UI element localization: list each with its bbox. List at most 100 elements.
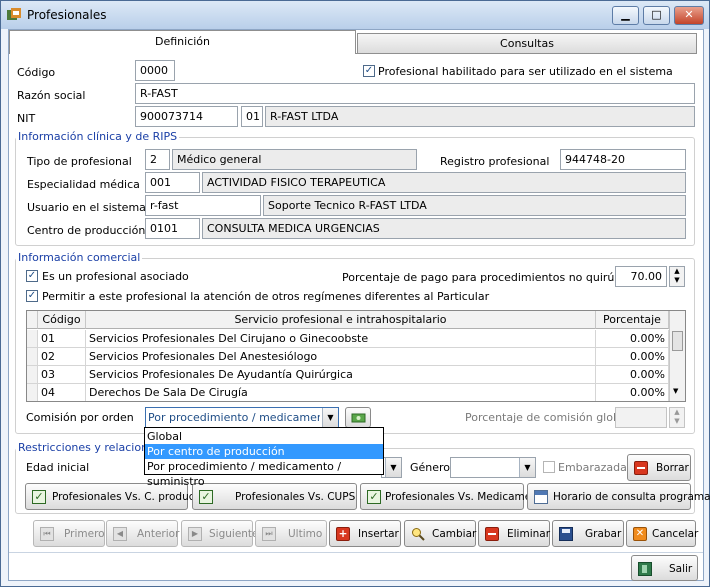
row-code: 02 xyxy=(38,348,86,366)
tipo-name-field: Médico general xyxy=(172,149,417,170)
servicios-grid: Código Servicio profesional e intrahospi… xyxy=(26,310,686,402)
close-button[interactable]: ✕ xyxy=(674,6,704,25)
genero-label: Género xyxy=(410,461,451,474)
centro-code-field[interactable]: 0101 xyxy=(145,218,200,239)
siguiente-button[interactable]: ▶ Siguiente xyxy=(181,520,259,547)
borrar-button[interactable]: Borrar xyxy=(627,454,691,481)
tipo-code-field[interactable]: 2 xyxy=(145,149,170,170)
embarazada-checkbox[interactable] xyxy=(543,461,555,473)
primero-button[interactable]: ⏮ Primero xyxy=(33,520,105,547)
especialidad-name-field: ACTIVIDAD FISICO TERAPEUTICA xyxy=(202,172,686,193)
salir-button[interactable]: Salir xyxy=(631,555,698,581)
usuario-label: Usuario en el sistema xyxy=(27,201,146,214)
nit-field[interactable]: 900073714 xyxy=(135,106,238,127)
porcentaje-spinner[interactable]: ▲ ▼ xyxy=(669,266,685,287)
porcentaje-label: Porcentaje de pago para procedimientos n… xyxy=(342,271,648,284)
codigo-field[interactable]: 0000 xyxy=(135,60,175,81)
codigo-label: Código xyxy=(17,66,56,79)
prof-vs-cups-button[interactable]: ✓ Profesionales Vs. CUPS xyxy=(192,483,357,510)
maximize-button[interactable]: □ xyxy=(643,6,670,25)
minus-icon xyxy=(485,527,499,541)
anterior-button[interactable]: ◀ Anterior xyxy=(106,520,179,547)
col-codigo-header[interactable]: Código xyxy=(38,311,86,329)
comision-global-field xyxy=(615,407,667,428)
check-icon: ✓ xyxy=(32,490,46,504)
next-icon: ▶ xyxy=(188,527,202,541)
magnifier-icon xyxy=(411,527,425,541)
previous-icon: ◀ xyxy=(113,527,127,541)
row-name: Servicios Profesionales Del Anestesiólog… xyxy=(86,348,596,366)
razon-social-field[interactable]: R-FAST xyxy=(135,83,695,104)
prof-vs-medicamentos-button[interactable]: ✓ Profesionales Vs. Medicamentos xyxy=(360,483,554,510)
grabar-button[interactable]: Grabar xyxy=(552,520,624,547)
plus-icon: + xyxy=(336,527,350,541)
ultimo-button[interactable]: ⏭ Ultimo xyxy=(255,520,327,547)
cancelar-button[interactable]: ✕ Cancelar xyxy=(626,520,698,547)
centro-name-field: CONSULTA MEDICA URGENCIAS xyxy=(202,218,686,239)
save-icon xyxy=(559,527,573,541)
money-button[interactable] xyxy=(345,407,371,428)
row-pct: 0.00% xyxy=(596,348,669,366)
title-bar: Profesionales ▁ □ ✕ xyxy=(1,1,709,29)
nit-dv-field[interactable]: 01 xyxy=(241,106,263,127)
comercial-title: Información comercial xyxy=(16,251,143,264)
centro-label: Centro de producción xyxy=(27,224,146,237)
usuario-code-field[interactable]: r-fast xyxy=(145,195,261,216)
grid-scrollbar[interactable]: ▼ xyxy=(669,311,685,401)
check-icon: ✓ xyxy=(199,490,213,504)
calendar-icon xyxy=(534,490,548,504)
check-icon: ✓ xyxy=(367,490,381,504)
option-centro-produccion[interactable]: Por centro de producción xyxy=(145,444,383,459)
option-procedimiento[interactable]: Por procedimiento / medicamento / sumini… xyxy=(145,459,383,488)
asociado-checkbox[interactable]: ✓ xyxy=(26,270,38,282)
comision-combo[interactable]: Por procedimiento / medicamento / s ▼ xyxy=(145,407,339,428)
comision-global-spinner: ▲ ▼ xyxy=(669,407,685,428)
row-name: Derechos De Sala De Cirugía xyxy=(86,384,596,401)
cancel-icon: ✕ xyxy=(633,527,647,541)
comision-dropdown-list: Global Por centro de producción Por proc… xyxy=(144,427,384,488)
horario-consulta-button[interactable]: Horario de consulta programada xyxy=(527,483,710,510)
embarazada-label: Embarazada xyxy=(558,461,627,474)
habilitado-checkbox[interactable]: ✓ xyxy=(363,65,375,77)
edad-label: Edad inicial xyxy=(26,461,90,474)
col-porcentaje-header[interactable]: Porcentaje xyxy=(596,311,669,329)
genero-combo[interactable]: ▼ xyxy=(450,457,536,478)
tab-consultas[interactable]: Consultas xyxy=(357,33,697,54)
eliminar-button[interactable]: Eliminar xyxy=(478,520,550,547)
row-code: 04 xyxy=(38,384,86,401)
permitir-checkbox[interactable]: ✓ xyxy=(26,290,38,302)
registro-field[interactable]: 944748-20 xyxy=(560,149,686,170)
borrar-icon xyxy=(634,461,648,475)
asociado-label: Es un profesional asociado xyxy=(42,270,189,283)
client-area: Definición Consultas Código 0000 ✓ Profe… xyxy=(8,29,710,581)
col-servicio-header[interactable]: Servicio profesional e intrahospitalario xyxy=(86,311,596,329)
nit-name-field: R-FAST LTDA xyxy=(265,106,695,127)
chevron-down-icon[interactable]: ▼ xyxy=(322,408,338,427)
money-icon xyxy=(351,413,366,423)
nit-label: NIT xyxy=(17,112,36,125)
insertar-button[interactable]: + Insertar xyxy=(329,520,401,547)
usuario-name-field: Soporte Tecnico R-FAST LTDA xyxy=(263,195,686,216)
especialidad-label: Especialidad médica xyxy=(27,178,140,191)
registro-label: Registro profesional xyxy=(440,155,550,168)
option-global[interactable]: Global xyxy=(145,429,383,444)
habilitado-label: Profesional habilitado para ser utilizad… xyxy=(378,65,673,78)
chevron-down-icon[interactable]: ▼ xyxy=(385,458,401,477)
profesionales-window: Profesionales ▁ □ ✕ Definición Consultas… xyxy=(0,0,710,587)
tab-definicion[interactable]: Definición xyxy=(9,30,356,54)
tipo-profesional-label: Tipo de profesional xyxy=(27,155,132,168)
minimize-button[interactable]: ▁ xyxy=(612,6,639,25)
chevron-down-icon[interactable]: ▼ xyxy=(519,458,535,477)
row-name: Servicios Profesionales Del Cirujano o G… xyxy=(86,330,596,348)
edad-combo[interactable]: ▼ xyxy=(381,457,402,478)
restricciones-title: Restricciones y relaciones xyxy=(16,441,163,454)
permitir-label: Permitir a este profesional la atención … xyxy=(42,290,490,303)
window-title: Profesionales xyxy=(27,8,107,22)
cambiar-button[interactable]: Cambiar xyxy=(404,520,476,547)
especialidad-code-field[interactable]: 001 xyxy=(145,172,200,193)
comision-combo-value: Por procedimiento / medicamento / s xyxy=(148,411,320,424)
porcentaje-field[interactable]: 70.00 xyxy=(615,266,667,287)
razon-social-label: Razón social xyxy=(17,89,86,102)
app-icon xyxy=(7,8,21,20)
row-code: 01 xyxy=(38,330,86,348)
